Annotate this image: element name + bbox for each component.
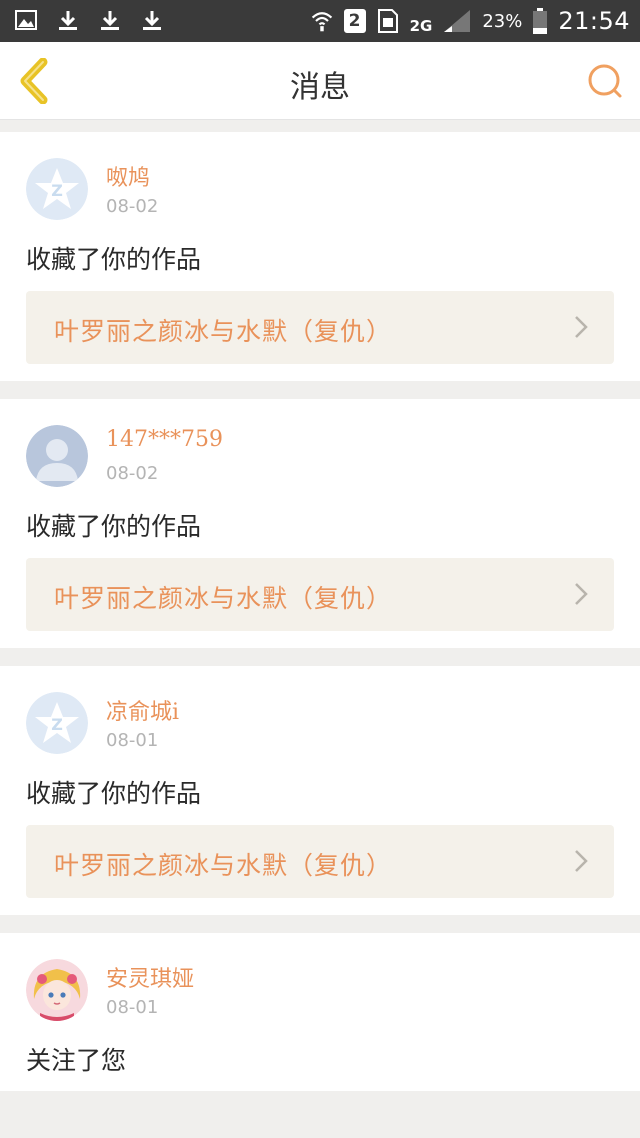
work-link[interactable]: 叶罗丽之颜冰与水默（复仇）	[26, 558, 614, 631]
work-title: 叶罗丽之颜冰与水默（复仇）	[54, 851, 393, 880]
anime-girl-avatar-icon	[26, 959, 88, 1021]
message-action: 收藏了你的作品	[26, 779, 202, 808]
page-title: 消息	[290, 70, 350, 105]
sim-card-icon	[376, 9, 400, 33]
message-card: Z 凉俞城i 08-01 收藏了你的作品 叶罗丽之颜冰与水默（复仇）	[0, 666, 640, 915]
message-card: Z 呶鸠 08-02 收藏了你的作品 叶罗丽之颜冰与水默（复仇）	[0, 132, 640, 381]
message-card: 147***759 08-02 收藏了你的作品 叶罗丽之颜冰与水默（复仇）	[0, 399, 640, 648]
user-name[interactable]: 凉俞城i	[106, 694, 179, 726]
work-title: 叶罗丽之颜冰与水默（复仇）	[54, 317, 393, 346]
svg-text:Z: Z	[51, 181, 63, 200]
user-name[interactable]: 147***759	[106, 427, 223, 452]
message-action: 关注了您	[26, 1046, 127, 1075]
wifi-icon	[310, 9, 334, 33]
status-bar: 2 2G 23% 21:54	[0, 0, 640, 42]
download-icon	[140, 8, 164, 32]
message-list: Z 呶鸠 08-02 收藏了你的作品 叶罗丽之颜冰与水默（复仇） 147***7…	[0, 132, 640, 1109]
message-card: 安灵琪娅 08-01 关注了您	[0, 933, 640, 1091]
avatar[interactable]: Z	[26, 692, 88, 754]
message-date: 08-02	[106, 463, 159, 484]
avatar[interactable]: Z	[26, 158, 88, 220]
download-icon	[98, 8, 122, 32]
search-icon	[588, 64, 622, 98]
network-type: 2G	[409, 17, 433, 35]
message-date: 08-02	[106, 196, 159, 217]
image-notification-icon	[14, 8, 38, 32]
message-action: 收藏了你的作品	[26, 512, 202, 541]
notification-icons	[14, 8, 164, 32]
signal-strength-icon	[442, 9, 472, 33]
battery-percent: 23%	[482, 10, 523, 32]
user-name[interactable]: 安灵琪娅	[106, 961, 194, 993]
work-link[interactable]: 叶罗丽之颜冰与水默（复仇）	[26, 825, 614, 898]
work-link[interactable]: 叶罗丽之颜冰与水默（复仇）	[26, 291, 614, 364]
top-bar: 消息	[0, 42, 640, 120]
avatar[interactable]	[26, 959, 88, 1021]
svg-text:Z: Z	[51, 715, 63, 734]
system-indicators: 2 2G 23% 21:54	[310, 4, 630, 38]
message-action: 收藏了你的作品	[26, 245, 202, 274]
chevron-right-icon	[575, 316, 588, 338]
chevron-right-icon	[575, 583, 588, 605]
qq-star-icon: Z	[26, 692, 88, 754]
search-button[interactable]	[584, 60, 626, 102]
download-icon	[56, 8, 80, 32]
battery-icon	[532, 8, 548, 34]
avatar[interactable]	[26, 425, 88, 487]
chevron-right-icon	[575, 850, 588, 872]
message-date: 08-01	[106, 730, 159, 751]
sim-slot-badge: 2	[343, 9, 366, 33]
user-name[interactable]: 呶鸠	[106, 160, 150, 192]
message-date: 08-01	[106, 997, 159, 1018]
default-person-icon	[26, 425, 88, 487]
clock: 21:54	[558, 7, 630, 35]
work-title: 叶罗丽之颜冰与水默（复仇）	[54, 584, 393, 613]
qq-star-icon: Z	[26, 158, 88, 220]
